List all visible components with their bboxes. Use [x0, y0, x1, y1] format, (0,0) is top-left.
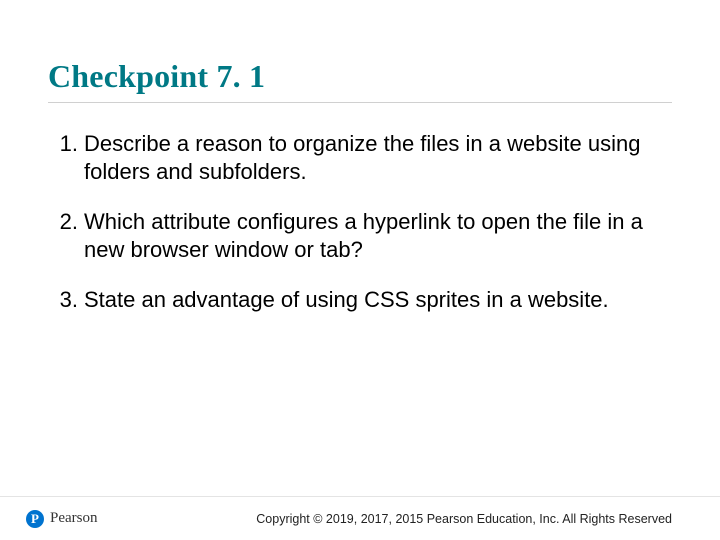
slide-title: Checkpoint 7. 1 [48, 58, 265, 95]
item-number: 1. [48, 130, 78, 158]
slide: Checkpoint 7. 1 1. Describe a reason to … [0, 0, 720, 540]
footer: P Pearson Copyright © 2019, 2017, 2015 P… [0, 496, 720, 540]
slide-body: 1. Describe a reason to organize the fil… [48, 130, 672, 336]
copyright-text: Copyright © 2019, 2017, 2015 Pearson Edu… [256, 512, 672, 526]
item-number: 2. [48, 208, 78, 236]
brand-name: Pearson [50, 510, 98, 527]
title-underline [48, 102, 672, 103]
list-item: 1. Describe a reason to organize the fil… [48, 130, 672, 186]
pearson-logo-icon: P [26, 510, 44, 528]
item-text: Which attribute configures a hyperlink t… [84, 208, 672, 264]
list-item: 3. State an advantage of using CSS sprit… [48, 286, 672, 314]
item-number: 3. [48, 286, 78, 314]
list-item: 2. Which attribute configures a hyperlin… [48, 208, 672, 264]
item-text: State an advantage of using CSS sprites … [84, 286, 609, 314]
brand: P Pearson [26, 510, 98, 528]
item-text: Describe a reason to organize the files … [84, 130, 672, 186]
